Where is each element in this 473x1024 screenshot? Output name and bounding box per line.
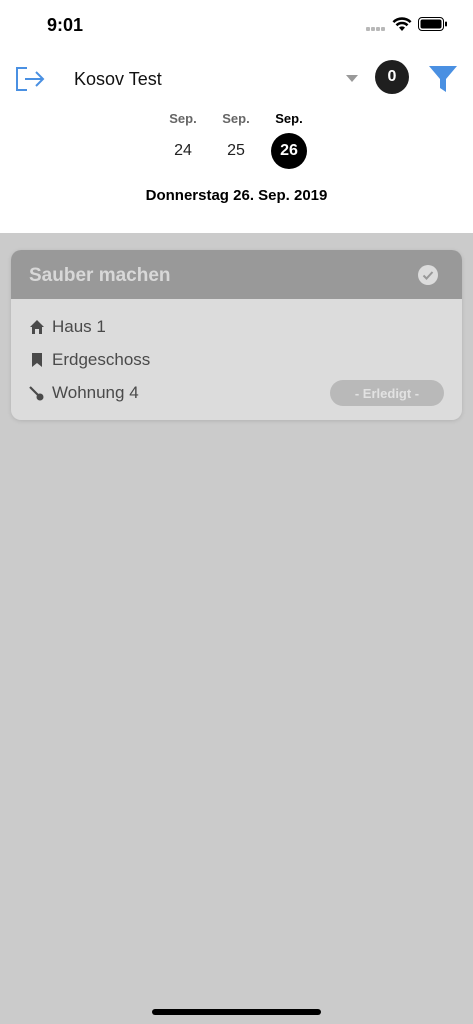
date-month: Sep. <box>169 111 197 126</box>
task-unit: Wohnung 4 <box>52 383 139 402</box>
cellular-signal-icon <box>366 27 386 33</box>
caret-down-icon <box>346 75 358 82</box>
home-indicator[interactable] <box>152 1009 321 1015</box>
logout-button[interactable] <box>13 63 49 95</box>
filter-button[interactable] <box>428 64 458 94</box>
date-day: 24 <box>174 142 192 159</box>
date-item-24[interactable]: Sep. 24 <box>160 110 206 170</box>
app-header: 9:01 Kosov Test 0 Sep. 24 Sep. 25 Sep. 2… <box>0 0 473 233</box>
house-icon <box>30 320 44 334</box>
toolbar: Kosov Test 0 <box>0 55 473 101</box>
key-icon <box>29 386 44 401</box>
task-card-header: Sauber machen <box>11 250 462 299</box>
account-dropdown[interactable]: Kosov Test <box>60 61 365 95</box>
task-floor: Erdgeschoss <box>52 350 151 369</box>
status-time: 9:01 <box>47 15 84 35</box>
wifi-icon <box>392 17 412 31</box>
account-name: Kosov Test <box>74 69 162 89</box>
check-circle-icon[interactable] <box>417 264 439 286</box>
date-month: Sep. <box>222 111 250 126</box>
task-title: Sauber machen <box>29 265 171 286</box>
date-month: Sep. <box>275 111 303 126</box>
status-badge[interactable]: - Erledigt - <box>330 380 444 406</box>
date-day: 25 <box>227 142 245 159</box>
open-count-badge[interactable]: 0 <box>375 60 409 94</box>
date-item-25[interactable]: Sep. 25 <box>213 110 259 170</box>
date-item-26-selected[interactable]: Sep. 26 <box>266 110 312 170</box>
filter-icon <box>429 66 457 92</box>
task-building: Haus 1 <box>52 317 106 336</box>
date-strip: Sep. 24 Sep. 25 Sep. 26 <box>0 110 473 170</box>
task-card[interactable]: Sauber machen Haus 1 Erdgeschoss Wohnung… <box>11 250 462 420</box>
selected-date-heading: Donnerstag 26. Sep. 2019 <box>145 187 328 204</box>
logout-icon <box>16 67 45 91</box>
date-day: 26 <box>271 133 307 169</box>
battery-icon <box>418 17 447 31</box>
status-bar: 9:01 <box>0 0 473 50</box>
bookmark-icon <box>32 353 42 367</box>
